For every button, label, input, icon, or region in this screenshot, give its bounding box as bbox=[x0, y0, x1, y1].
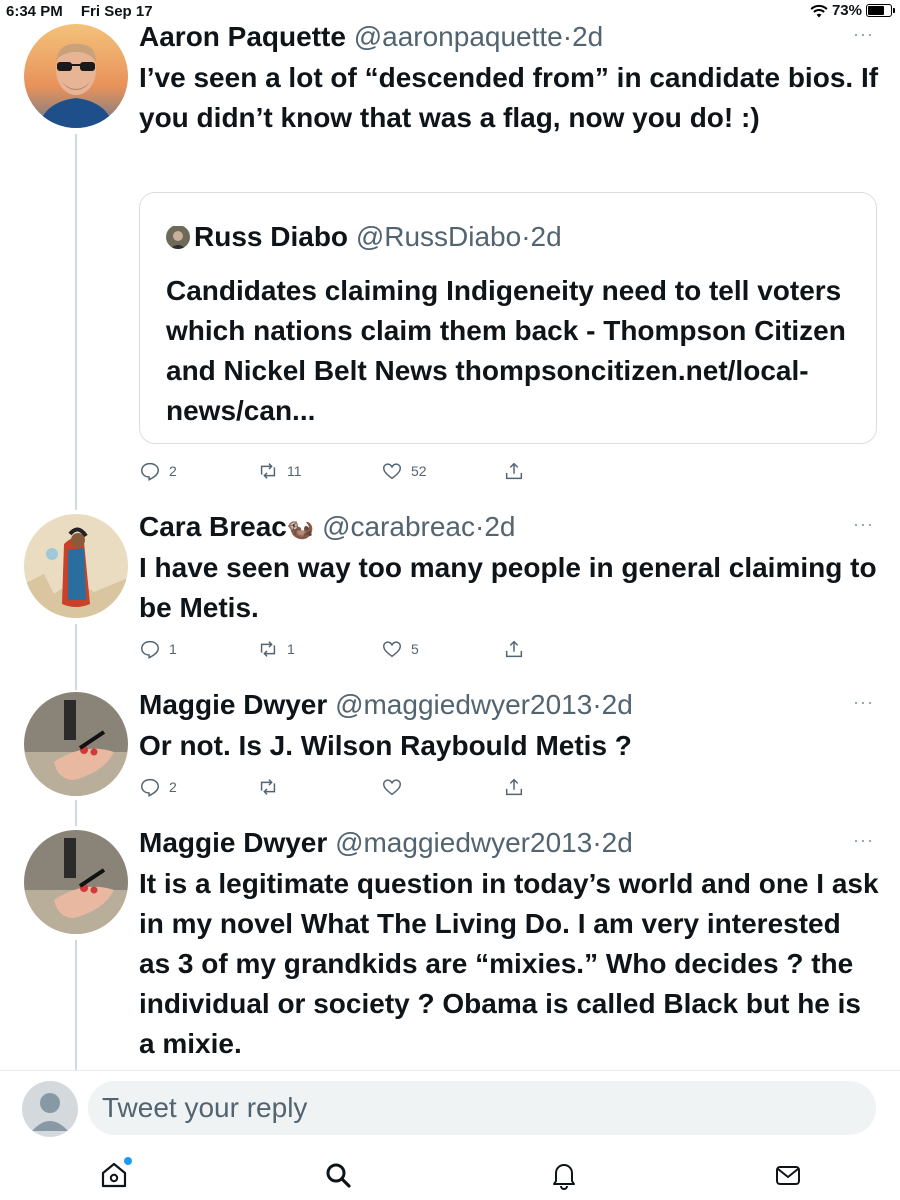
notifications-icon bbox=[553, 1164, 575, 1190]
like-count: 5 bbox=[411, 641, 419, 657]
retweet-count: 1 bbox=[287, 641, 295, 657]
author-name[interactable]: Cara Breac bbox=[139, 511, 287, 542]
retweet-icon bbox=[260, 779, 276, 795]
avatar[interactable] bbox=[24, 514, 128, 618]
tweet[interactable]: Maggie Dwyer @maggiedwyer2013·2d ··· Or … bbox=[0, 680, 900, 820]
author-name[interactable]: Maggie Dwyer bbox=[139, 827, 327, 858]
share-button[interactable] bbox=[503, 460, 525, 482]
more-options-icon[interactable]: ··· bbox=[853, 692, 874, 713]
separator-dot: · bbox=[592, 827, 602, 858]
otter-emoji: 🦦 bbox=[286, 516, 315, 541]
reply-count: 1 bbox=[169, 641, 177, 657]
notification-dot bbox=[124, 1157, 132, 1165]
more-options-icon[interactable]: ··· bbox=[853, 24, 874, 45]
quoted-tweet-time: 2d bbox=[530, 221, 562, 252]
share-button[interactable] bbox=[503, 638, 525, 660]
reply-count: 2 bbox=[169, 779, 177, 795]
tweet-actions: 2 11 52 bbox=[139, 460, 559, 486]
reply-count: 2 bbox=[169, 463, 177, 479]
reply-composer: Tweet your reply bbox=[0, 1070, 900, 1200]
author-name[interactable]: Maggie Dwyer bbox=[139, 689, 327, 720]
more-options-icon[interactable]: ··· bbox=[853, 514, 874, 535]
like-button[interactable] bbox=[381, 776, 411, 798]
user-avatar[interactable] bbox=[22, 1081, 78, 1137]
tweet-actions: 2 bbox=[139, 776, 559, 802]
separator-dot: · bbox=[521, 221, 531, 252]
separator-dot: · bbox=[592, 689, 602, 720]
author-handle[interactable]: @maggiedwyer2013 bbox=[335, 689, 592, 720]
tab-messages[interactable] bbox=[772, 1159, 804, 1191]
quoted-tweet[interactable]: Russ Diabo @RussDiabo · 2d Candidates clai… bbox=[139, 192, 877, 444]
retweet-count: 11 bbox=[287, 463, 302, 479]
reply-icon bbox=[141, 778, 159, 797]
like-button[interactable]: 52 bbox=[381, 460, 427, 482]
tweet-time[interactable]: 2d bbox=[572, 21, 603, 52]
separator-dot: · bbox=[562, 21, 573, 52]
quoted-avatar bbox=[166, 225, 190, 249]
tweet-text: It is a legitimate question in today’s w… bbox=[139, 868, 879, 1059]
tweet-actions: 1 1 5 bbox=[139, 638, 559, 664]
tweet-text: Or not. Is J. Wilson Raybould Metis ? bbox=[139, 730, 632, 761]
messages-icon bbox=[776, 1166, 800, 1185]
heart-icon bbox=[383, 779, 401, 796]
more-options-icon[interactable]: ··· bbox=[853, 830, 874, 851]
tweet-time[interactable]: 2d bbox=[602, 827, 633, 858]
author-handle[interactable]: @maggiedwyer2013 bbox=[335, 827, 592, 858]
tweet[interactable]: Maggie Dwyer @maggiedwyer2013·2d ··· It … bbox=[0, 820, 900, 1070]
tweet[interactable]: Aaron Paquette @aaronpaquette·2d ··· I’v… bbox=[0, 0, 900, 500]
tab-home[interactable] bbox=[98, 1157, 132, 1191]
retweet-button[interactable] bbox=[257, 776, 287, 798]
share-button[interactable] bbox=[503, 776, 525, 798]
heart-icon bbox=[383, 641, 401, 658]
share-icon bbox=[505, 778, 523, 796]
reply-icon bbox=[141, 640, 159, 659]
retweet-icon bbox=[260, 641, 276, 657]
quoted-tweet-text: Candidates claiming Indigeneity need to … bbox=[166, 275, 846, 426]
avatar[interactable] bbox=[24, 830, 128, 934]
quoted-author-name: Russ Diabo bbox=[194, 221, 349, 252]
tab-bar bbox=[0, 1153, 900, 1197]
avatar[interactable] bbox=[24, 692, 128, 796]
separator-dot: · bbox=[475, 511, 485, 542]
quoted-author-handle: @RussDiabo bbox=[355, 221, 522, 252]
tweet[interactable]: Cara Breac🦦 @carabreac·2d ··· I have see… bbox=[0, 500, 900, 680]
tab-notifications[interactable] bbox=[548, 1159, 580, 1191]
like-count: 52 bbox=[411, 463, 427, 479]
tweet-text: I’ve seen a lot of “descended from” in c… bbox=[139, 62, 879, 133]
reply-icon bbox=[141, 462, 159, 481]
heart-icon bbox=[383, 463, 401, 480]
author-name[interactable]: Aaron Paquette bbox=[139, 21, 346, 52]
tweet-text: I have seen way too many people in gener… bbox=[139, 552, 877, 623]
author-handle[interactable]: @aaronpaquette bbox=[354, 21, 563, 52]
tweet-time[interactable]: 2d bbox=[484, 511, 515, 542]
reply-button[interactable]: 2 bbox=[139, 776, 177, 798]
reply-input[interactable]: Tweet your reply bbox=[88, 1081, 876, 1135]
share-icon bbox=[505, 462, 523, 480]
retweet-button[interactable]: 11 bbox=[257, 460, 302, 482]
avatar[interactable] bbox=[24, 24, 128, 128]
author-handle[interactable]: @carabreac bbox=[322, 511, 475, 542]
reply-button[interactable]: 2 bbox=[139, 460, 177, 482]
tweet-time[interactable]: 2d bbox=[602, 689, 633, 720]
retweet-icon bbox=[260, 463, 276, 479]
share-icon bbox=[505, 640, 523, 658]
like-button[interactable]: 5 bbox=[381, 638, 419, 660]
reply-button[interactable]: 1 bbox=[139, 638, 177, 660]
retweet-button[interactable]: 1 bbox=[257, 638, 295, 660]
default-profile-icon bbox=[32, 1093, 68, 1131]
search-icon bbox=[326, 1163, 351, 1188]
tab-search[interactable] bbox=[322, 1159, 354, 1191]
